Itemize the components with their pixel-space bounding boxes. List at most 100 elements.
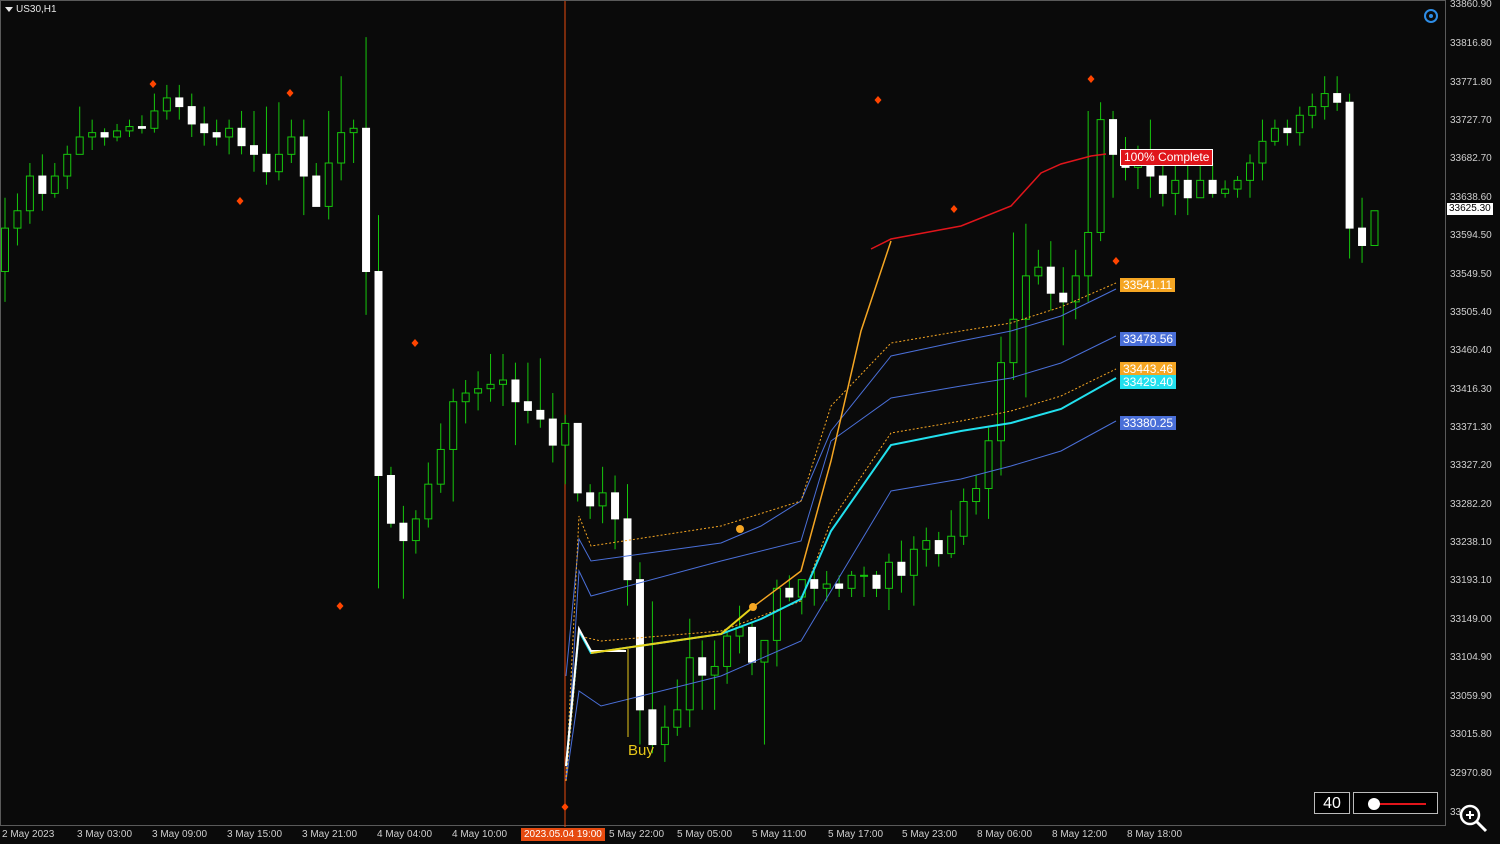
level-price-tag: 33429.40 bbox=[1120, 375, 1177, 389]
time-tick-label: 2 May 2023 bbox=[2, 829, 55, 840]
candle-body bbox=[1009, 318, 1018, 364]
candle-body bbox=[25, 175, 34, 212]
price-tick-label: 33416.30 bbox=[1450, 384, 1492, 395]
time-tick-label: 3 May 09:00 bbox=[152, 829, 208, 840]
period-input[interactable]: 40 bbox=[1314, 792, 1350, 814]
zoom-icon[interactable] bbox=[1458, 803, 1488, 833]
candle-body bbox=[324, 162, 333, 207]
candle-body bbox=[63, 153, 72, 177]
candle-body bbox=[113, 130, 122, 138]
candle-body bbox=[374, 271, 383, 476]
candle-body bbox=[1358, 227, 1367, 246]
time-tick-label: 5 May 05:00 bbox=[677, 829, 733, 840]
candle-body bbox=[673, 709, 682, 728]
candle-body bbox=[648, 709, 657, 746]
candle-body bbox=[909, 548, 918, 576]
candle-body bbox=[760, 639, 769, 663]
candle-body bbox=[386, 474, 395, 524]
candle-body bbox=[461, 392, 470, 403]
buy-label: Buy bbox=[628, 742, 654, 759]
candle-body bbox=[573, 422, 582, 494]
chart-area[interactable]: US30,H1 100% Complete Buy 33541.11 33478.… bbox=[0, 0, 1447, 827]
candle-body bbox=[411, 518, 420, 542]
candle-body bbox=[88, 132, 97, 138]
candle-body bbox=[38, 175, 47, 194]
candle-body bbox=[710, 665, 719, 676]
candle-body bbox=[1295, 114, 1304, 134]
price-tick-label: 33860.90 bbox=[1450, 0, 1492, 10]
time-tick-label: 4 May 10:00 bbox=[452, 829, 508, 840]
price-tick-label: 33638.60 bbox=[1450, 192, 1492, 203]
candle-body bbox=[1333, 93, 1342, 103]
candle-body bbox=[262, 153, 271, 173]
signal-dot bbox=[749, 603, 757, 611]
candle-body bbox=[225, 127, 234, 138]
price-tick-label: 33193.10 bbox=[1450, 575, 1492, 586]
candle-body bbox=[611, 492, 620, 520]
fractal-marker bbox=[286, 89, 294, 97]
candle-body bbox=[1345, 101, 1354, 229]
candle-body bbox=[424, 483, 433, 520]
candle-body bbox=[162, 97, 171, 112]
slider-track bbox=[1374, 803, 1426, 805]
candle-body bbox=[187, 106, 196, 125]
candle-body bbox=[499, 379, 507, 385]
candle-body bbox=[561, 422, 570, 446]
candle-body bbox=[797, 579, 806, 598]
slider-knob[interactable] bbox=[1368, 798, 1380, 810]
candle-body bbox=[1021, 275, 1030, 320]
candle-body bbox=[922, 540, 931, 550]
price-tick-label: 32970.80 bbox=[1450, 768, 1492, 779]
time-tick-label: 5 May 11:00 bbox=[752, 829, 807, 840]
price-tick-label: 33327.20 bbox=[1450, 460, 1492, 471]
candle-body bbox=[1046, 266, 1055, 294]
candle-body bbox=[536, 409, 545, 420]
candle-body bbox=[947, 535, 956, 555]
price-tick-label: 33371.30 bbox=[1450, 422, 1492, 433]
completion-line bbox=[870, 153, 1107, 250]
fractal-marker bbox=[411, 339, 419, 347]
candle-body bbox=[250, 145, 258, 155]
period-slider[interactable] bbox=[1353, 792, 1438, 814]
time-tick-label: 4 May 04:00 bbox=[377, 829, 433, 840]
price-tick-label: 33149.00 bbox=[1450, 614, 1492, 625]
fractal-marker bbox=[149, 80, 157, 88]
candle-body bbox=[274, 153, 283, 173]
candle-body bbox=[523, 401, 532, 411]
candle-body bbox=[1258, 140, 1267, 164]
candle-body bbox=[100, 132, 109, 138]
candle-body bbox=[972, 488, 981, 503]
candle-body bbox=[1071, 275, 1080, 303]
level-price-tag: 33380.25 bbox=[1120, 416, 1177, 430]
price-axis[interactable]: 33860.90 33816.80 33771.80 33727.70 33682.70… bbox=[1446, 0, 1500, 826]
time-tick-label: 5 May 22:00 bbox=[609, 829, 665, 840]
fractal-marker bbox=[1087, 75, 1095, 83]
candle-body bbox=[50, 175, 59, 194]
candle-body bbox=[598, 492, 607, 507]
candle-body bbox=[1270, 127, 1279, 142]
target-icon[interactable] bbox=[1424, 9, 1438, 23]
candle-body bbox=[212, 132, 221, 138]
time-tick-label: 8 May 18:00 bbox=[1127, 829, 1183, 840]
time-tick-label: 3 May 21:00 bbox=[302, 829, 358, 840]
time-tick-label: 8 May 12:00 bbox=[1052, 829, 1108, 840]
candle-body bbox=[586, 492, 595, 507]
candle-body bbox=[623, 518, 632, 581]
price-tick-label: 33549.50 bbox=[1450, 269, 1492, 280]
price-chart[interactable] bbox=[1, 1, 1447, 827]
candle-body bbox=[822, 583, 831, 589]
price-tick-label: 33238.10 bbox=[1450, 537, 1492, 548]
candle-body bbox=[237, 127, 246, 147]
upper-band-line bbox=[565, 288, 1117, 677]
candle-body bbox=[847, 574, 856, 589]
price-tick-label: 33727.70 bbox=[1450, 115, 1492, 126]
candle-body bbox=[449, 401, 458, 450]
time-axis[interactable]: 2 May 2023 3 May 03:00 3 May 09:00 3 May 15… bbox=[0, 826, 1446, 844]
candle-body bbox=[748, 626, 756, 663]
candle-body bbox=[1246, 162, 1254, 181]
candle-body bbox=[511, 379, 520, 403]
candle-body bbox=[150, 110, 159, 129]
fractal-marker bbox=[561, 803, 569, 811]
candle-body bbox=[1059, 292, 1068, 303]
candle-body bbox=[1084, 231, 1093, 277]
